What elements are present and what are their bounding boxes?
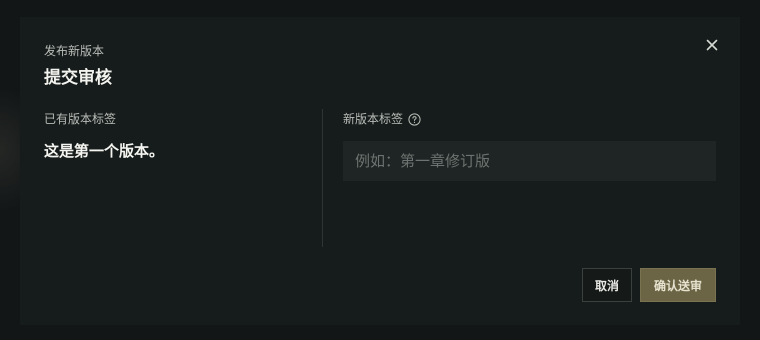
dialog-subtitle: 发布新版本 xyxy=(44,44,105,58)
submit-review-dialog: 发布新版本 提交审核 已有版本标签 这是第一个版本。 新版本标签 取消 确认送审 xyxy=(20,17,740,325)
new-tag-label-row: 新版本标签 xyxy=(343,111,716,127)
existing-tags-section: 已有版本标签 这是第一个版本。 xyxy=(44,111,304,161)
new-tag-section: 新版本标签 xyxy=(343,111,716,181)
new-tag-label: 新版本标签 xyxy=(343,112,404,126)
close-button[interactable] xyxy=(704,37,720,53)
cancel-button[interactable]: 取消 xyxy=(582,268,632,302)
dialog-title: 提交审核 xyxy=(44,68,112,88)
column-divider xyxy=(322,109,323,247)
close-icon xyxy=(706,39,718,51)
dialog-footer: 取消 确认送审 xyxy=(582,268,716,302)
existing-tags-label: 已有版本标签 xyxy=(44,112,117,126)
question-circle-icon[interactable] xyxy=(408,112,421,126)
new-tag-input[interactable] xyxy=(343,141,716,181)
existing-tag-value: 这是第一个版本。 xyxy=(44,142,165,160)
confirm-submit-button[interactable]: 确认送审 xyxy=(640,268,716,302)
